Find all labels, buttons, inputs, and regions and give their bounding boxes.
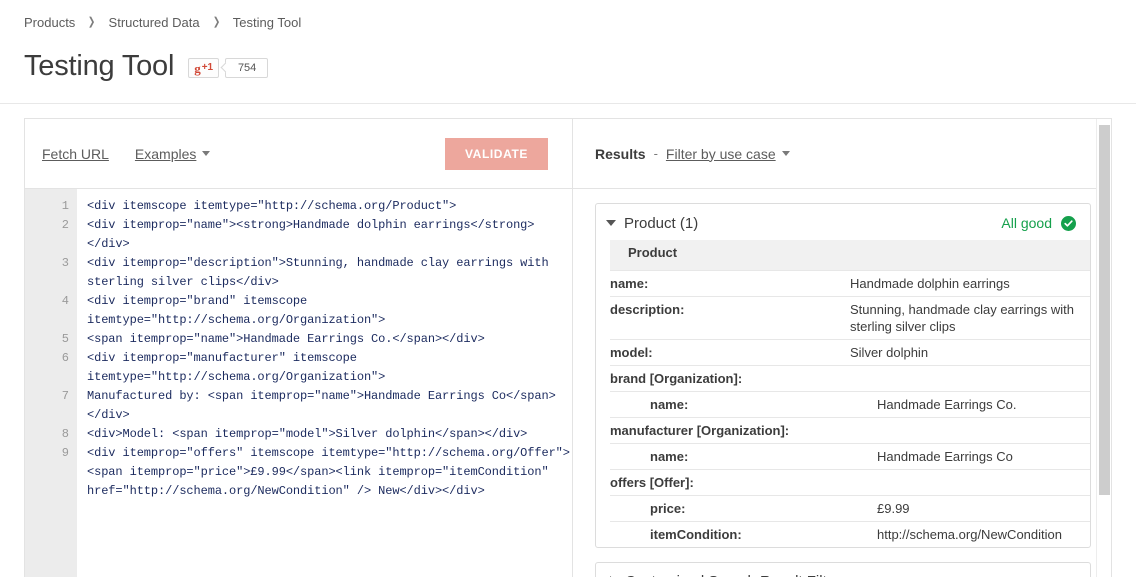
page-title-row: Testing Tool g +1 754 [0,30,1136,88]
product-card-title: Product (1) [624,214,699,232]
property-key: name: [610,270,850,297]
markup-input-pane: Fetch URL Examples VALIDATE 1 2 3 4 5 6 … [25,119,573,577]
table-row: offers [Offer]: [610,469,1090,496]
line-number: 6 [61,351,69,365]
property-value: Silver dolphin [850,339,1090,366]
table-header-cell: Product [610,240,1090,271]
check-circle-icon [1061,215,1076,231]
line-number: 8 [61,427,69,441]
plus-one-label: +1 [201,62,214,73]
google-plus-one-widget[interactable]: g +1 754 [188,58,269,78]
line-number: 2 [61,218,69,232]
line-number: 5 [61,332,69,346]
table-row: name: Handmade Earrings Co [610,443,1090,470]
google-plus-one-button[interactable]: g +1 [188,58,220,78]
results-scrollbar[interactable] [1096,119,1111,577]
customised-search-result-filters-card[interactable]: Customised Search Result Filters [595,562,1091,577]
line-number: 3 [61,256,69,270]
triangle-down-icon[interactable] [606,220,616,226]
breadcrumb: Products ❯ Structured Data ❯ Testing Too… [0,0,1136,30]
examples-dropdown[interactable]: Examples [135,146,196,162]
results-content: Product (1) All good Product name: Handm… [573,189,1111,577]
product-result-card: Product (1) All good Product name: Handm… [595,203,1091,548]
results-pane: Results - Filter by use case Product (1)… [573,119,1111,577]
page-title: Testing Tool [24,50,175,82]
filter-by-use-case-dropdown[interactable]: Filter by use case [666,146,776,162]
chevron-down-icon[interactable] [781,151,790,156]
editor-toolbar: Fetch URL Examples VALIDATE [25,119,572,189]
property-key: price: [610,495,850,522]
table-row: name: Handmade Earrings Co. [610,391,1090,418]
code-editor[interactable]: 1 2 3 4 5 6 7 8 9 <div itemscope itemtyp… [25,189,572,577]
validate-button[interactable]: VALIDATE [444,137,548,170]
property-value [850,469,1090,496]
property-value [850,365,1090,392]
table-row: price: £9.99 [610,495,1090,522]
breadcrumb-item-testing-tool[interactable]: Testing Tool [233,15,301,30]
scrollbar-thumb[interactable] [1099,125,1110,495]
main-panel: Fetch URL Examples VALIDATE 1 2 3 4 5 6 … [24,118,1112,577]
results-dash: - [653,146,658,161]
property-key: description: [610,296,850,340]
line-number: 4 [61,294,69,308]
plus-one-count-badge[interactable]: 754 [225,58,269,78]
line-number: 9 [61,446,69,460]
breadcrumb-item-structured-data[interactable]: Structured Data [109,15,200,30]
property-key: name: [610,391,850,418]
code-text-area[interactable]: <div itemscope itemtype="http://schema.o… [77,189,572,577]
property-key: itemCondition: [650,527,742,542]
breadcrumb-separator-icon: ❯ [212,15,220,28]
results-toolbar: Results - Filter by use case [573,119,1111,189]
table-header-row: Product [610,240,1090,271]
status-badge: All good [1001,215,1076,231]
table-row: brand [Organization]: [610,365,1090,392]
property-value: http://schema.org/NewCondition [877,527,1062,542]
table-row: model: Silver dolphin [610,339,1090,366]
line-number: 7 [61,389,69,403]
google-g-icon: g [194,60,201,76]
table-row: itemCondition: http://schema.org/NewCond… [610,522,1090,548]
breadcrumb-separator-icon: ❯ [88,15,96,28]
table-row: description: Stunning, handmade clay ear… [610,296,1090,340]
property-key: name: [610,443,850,470]
property-value: Stunning, handmade clay earrings with st… [850,296,1090,340]
property-value: Handmade dolphin earrings [850,270,1090,297]
property-value: Handmade Earrings Co. [850,391,1090,418]
filters-card-title: Customised Search Result Filters [625,573,848,577]
examples-label: Examples [134,145,197,162]
table-row: manufacturer [Organization]: [610,417,1090,444]
product-properties-table: Product name: Handmade dolphin earrings … [610,240,1090,547]
property-value: Handmade Earrings Co [850,443,1090,470]
property-key: brand [Organization]: [610,365,850,392]
line-number: 1 [61,199,69,213]
line-number-gutter: 1 2 3 4 5 6 7 8 9 [25,189,77,577]
property-value: £9.99 [850,495,1090,522]
header-divider [0,103,1136,104]
markup-source-code[interactable]: <div itemscope itemtype="http://schema.o… [87,197,572,501]
status-label: All good [1001,215,1052,231]
fetch-url-link[interactable]: Fetch URL [42,146,109,162]
product-properties-wrap: Product name: Handmade dolphin earrings … [596,240,1090,547]
table-row: name: Handmade dolphin earrings [610,270,1090,297]
results-heading: Results [595,145,646,162]
property-key: offers [Offer]: [610,469,850,496]
product-card-header[interactable]: Product (1) All good [596,204,1090,242]
property-key: model: [610,339,850,366]
property-value [850,417,1090,444]
chevron-down-icon[interactable] [202,151,211,156]
property-key: manufacturer [Organization]: [610,417,850,444]
breadcrumb-item-products[interactable]: Products [24,15,75,30]
